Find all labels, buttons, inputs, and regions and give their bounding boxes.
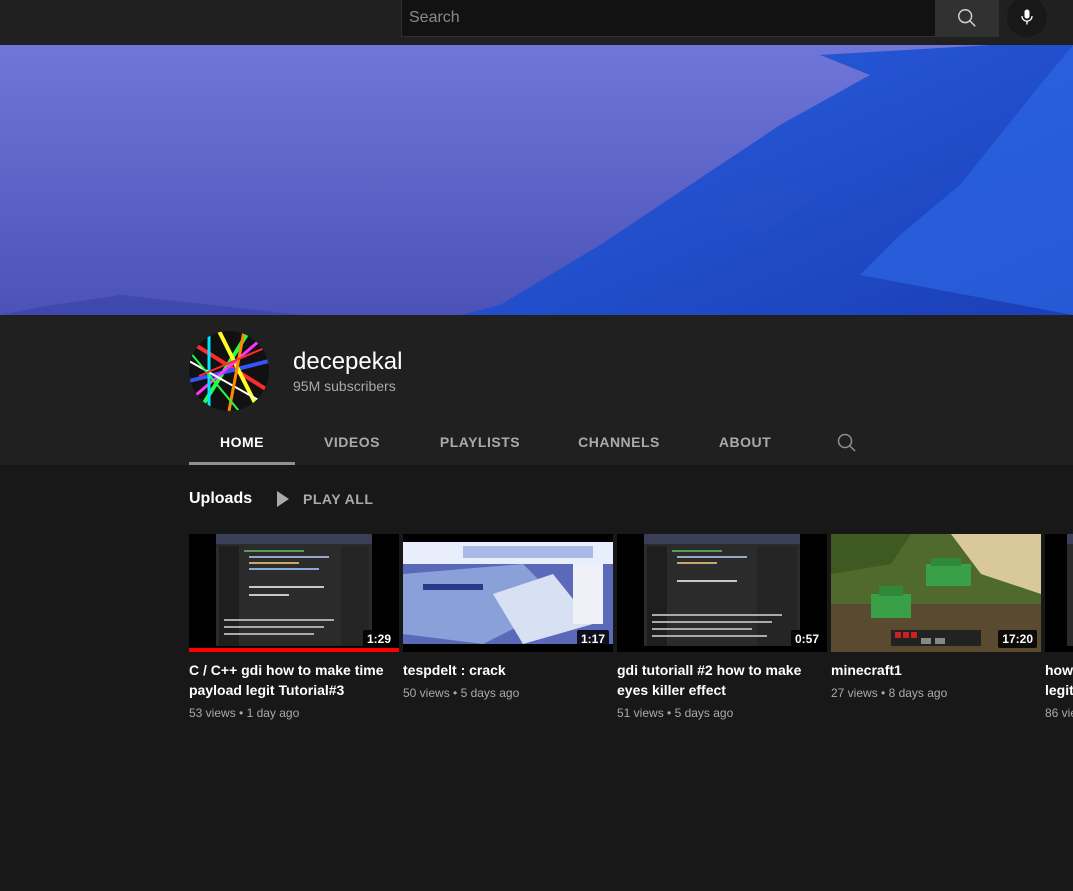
- video-title-line: legit: [1045, 682, 1073, 698]
- shelf-title[interactable]: Uploads: [189, 490, 252, 508]
- play-icon: [277, 491, 289, 507]
- search-input[interactable]: [402, 0, 935, 36]
- voice-search-button[interactable]: [1007, 0, 1047, 37]
- video-meta: 86 vie: [1045, 706, 1073, 720]
- video-duration: 17:20: [998, 630, 1037, 648]
- view-count: 51 views: [617, 706, 664, 720]
- play-all-label: PLAY ALL: [303, 491, 374, 507]
- video-thumbnail[interactable]: 1:29: [189, 534, 399, 652]
- search-box: [401, 0, 936, 37]
- video-meta: 27 views • 8 days ago: [831, 686, 948, 700]
- channel-header: decepekal 95M subscribers HOME VIDEOS PL…: [0, 315, 1073, 465]
- tab-channels[interactable]: CHANNELS: [551, 419, 687, 465]
- video-meta: 51 views • 5 days ago: [617, 706, 734, 720]
- view-count: 86 vie: [1045, 706, 1073, 720]
- play-all-button[interactable]: PLAY ALL: [276, 490, 373, 508]
- video-title[interactable]: tespdelt : crack: [403, 660, 603, 680]
- video-duration: 0:57: [790, 630, 823, 648]
- video-title[interactable]: how legit: [1045, 660, 1073, 700]
- video-meta: 53 views • 1 day ago: [189, 706, 300, 720]
- video-title-line: how: [1045, 662, 1073, 678]
- video-thumbnail[interactable]: [1045, 534, 1073, 652]
- video-title[interactable]: C / C++ gdi how to make time payload leg…: [189, 660, 389, 700]
- video-thumbnail[interactable]: 1:17: [403, 534, 613, 652]
- watch-progress-bar: [189, 648, 399, 652]
- video-title[interactable]: minecraft1: [831, 660, 1031, 680]
- channel-search-icon[interactable]: [835, 431, 859, 455]
- upload-age: 5 days ago: [674, 706, 734, 720]
- video-thumbnail[interactable]: 17:20: [831, 534, 1041, 652]
- video-card[interactable]: 0:57 gdi tutoriall #2 how to make eyes k…: [617, 534, 827, 720]
- video-duration: 1:29: [362, 630, 395, 648]
- channel-name: decepekal: [293, 348, 403, 375]
- video-card[interactable]: how legit 86 vie: [1045, 534, 1073, 720]
- tab-videos[interactable]: VIDEOS: [295, 419, 409, 465]
- video-thumbnail[interactable]: 0:57: [617, 534, 827, 652]
- top-bar: [0, 0, 1073, 45]
- upload-age: 1 day ago: [246, 706, 300, 720]
- view-count: 53 views: [189, 706, 236, 720]
- video-duration: 1:17: [576, 630, 609, 648]
- subscriber-count: 95M subscribers: [293, 378, 396, 394]
- upload-age: 8 days ago: [888, 686, 948, 700]
- video-card[interactable]: 1:29 C / C++ gdi how to make time payloa…: [189, 534, 399, 720]
- tab-home[interactable]: HOME: [189, 419, 295, 465]
- search-icon: [958, 9, 976, 27]
- video-card[interactable]: 1:17 tespdelt : crack 50 views • 5 days …: [403, 534, 613, 700]
- view-count: 50 views: [403, 686, 450, 700]
- mic-icon: [1021, 9, 1033, 25]
- search-button[interactable]: [935, 0, 999, 37]
- tab-about[interactable]: ABOUT: [687, 419, 803, 465]
- video-meta: 50 views • 5 days ago: [403, 686, 520, 700]
- view-count: 27 views: [831, 686, 878, 700]
- channel-banner: [0, 45, 1073, 315]
- video-card[interactable]: 17:20 minecraft1 27 views • 8 days ago: [831, 534, 1041, 700]
- upload-age: 5 days ago: [460, 686, 520, 700]
- channel-avatar[interactable]: [189, 331, 269, 411]
- tab-playlists[interactable]: PLAYLISTS: [409, 419, 551, 465]
- video-title[interactable]: gdi tutoriall #2 how to make eyes killer…: [617, 660, 817, 700]
- channel-tabs: HOME VIDEOS PLAYLISTS CHANNELS ABOUT: [189, 419, 856, 465]
